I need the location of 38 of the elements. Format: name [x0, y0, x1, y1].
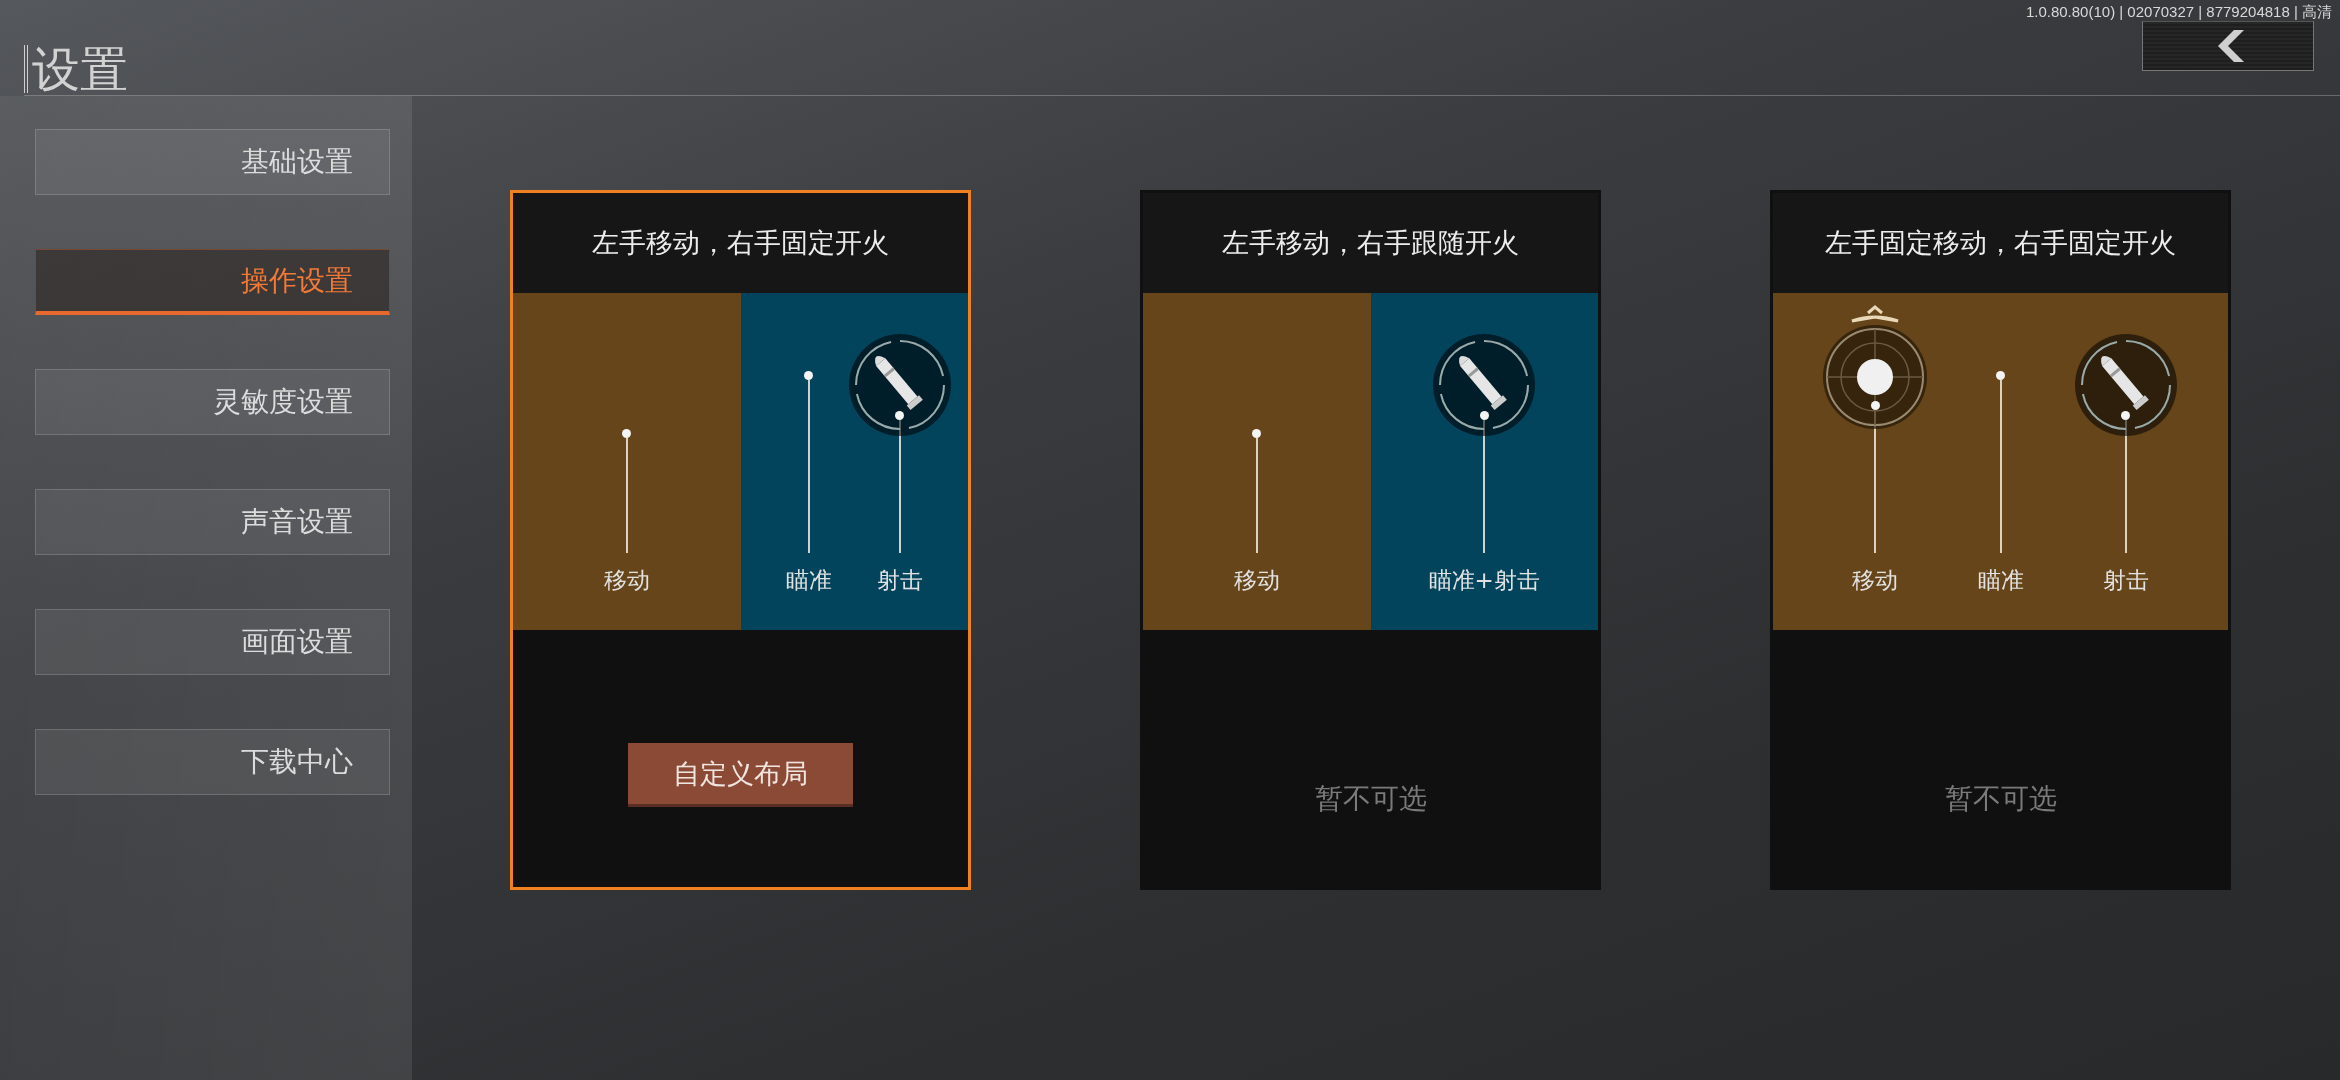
card-title: 左手移动，右手固定开火 — [513, 193, 968, 293]
card-title: 左手移动，右手跟随开火 — [1143, 193, 1598, 293]
layout-card[interactable]: 左手固定移动，右手固定开火 移动 瞄准 射击 暂不可选 — [1770, 190, 2231, 890]
control-dot — [895, 411, 905, 420]
control-label: 瞄准+射击 — [1428, 566, 1540, 595]
control-dot — [1996, 371, 2005, 380]
back-button[interactable] — [2142, 21, 2314, 71]
sidebar-tab[interactable]: 下载中心 — [35, 729, 390, 795]
sidebar-tab[interactable]: 灵敏度设置 — [35, 369, 390, 435]
bullet-icon — [1432, 333, 1537, 437]
control-label: 移动 — [603, 566, 650, 595]
joystick-icon — [1822, 305, 1929, 431]
control-dot — [1252, 429, 1262, 438]
sidebar-tab[interactable]: 基础设置 — [35, 129, 390, 195]
control-label: 射击 — [876, 566, 923, 595]
unavailable-note: 暂不可选 — [1314, 780, 1427, 817]
unavailable-note: 暂不可选 — [1944, 780, 2057, 817]
control-dot — [1870, 401, 1880, 410]
layout-card[interactable]: 左手移动，右手跟随开火 移动 瞄准+射击 暂不可选 — [1140, 190, 1601, 890]
control-dot — [1479, 411, 1489, 420]
control-label: 移动 — [1233, 566, 1280, 595]
page-title: 设置 — [24, 45, 128, 93]
sidebar-tab[interactable]: 操作设置 — [35, 249, 390, 315]
sidebar-tab[interactable]: 声音设置 — [35, 489, 390, 555]
version-info: 1.0.80.80(10) | 02070327 | 8779204818 | 高清 — [2025, 2, 2333, 22]
control-label: 瞄准 — [1977, 566, 2024, 595]
control-label: 瞄准 — [785, 566, 832, 595]
control-dot — [804, 371, 814, 380]
layout-card[interactable]: 左手移动，右手固定开火 移动 瞄准 射击 自定义布局 — [510, 190, 971, 890]
bullet-icon — [2073, 333, 2178, 437]
bullet-icon — [847, 333, 952, 437]
control-dot — [622, 429, 632, 438]
card-title: 左手固定移动，右手固定开火 — [1773, 193, 2228, 293]
control-label: 射击 — [2102, 566, 2149, 595]
control-label: 移动 — [1852, 566, 1899, 595]
custom-layout-button[interactable]: 自定义布局 — [628, 743, 853, 804]
sidebar-tab[interactable]: 画面设置 — [35, 609, 390, 675]
control-dot — [2121, 411, 2131, 420]
